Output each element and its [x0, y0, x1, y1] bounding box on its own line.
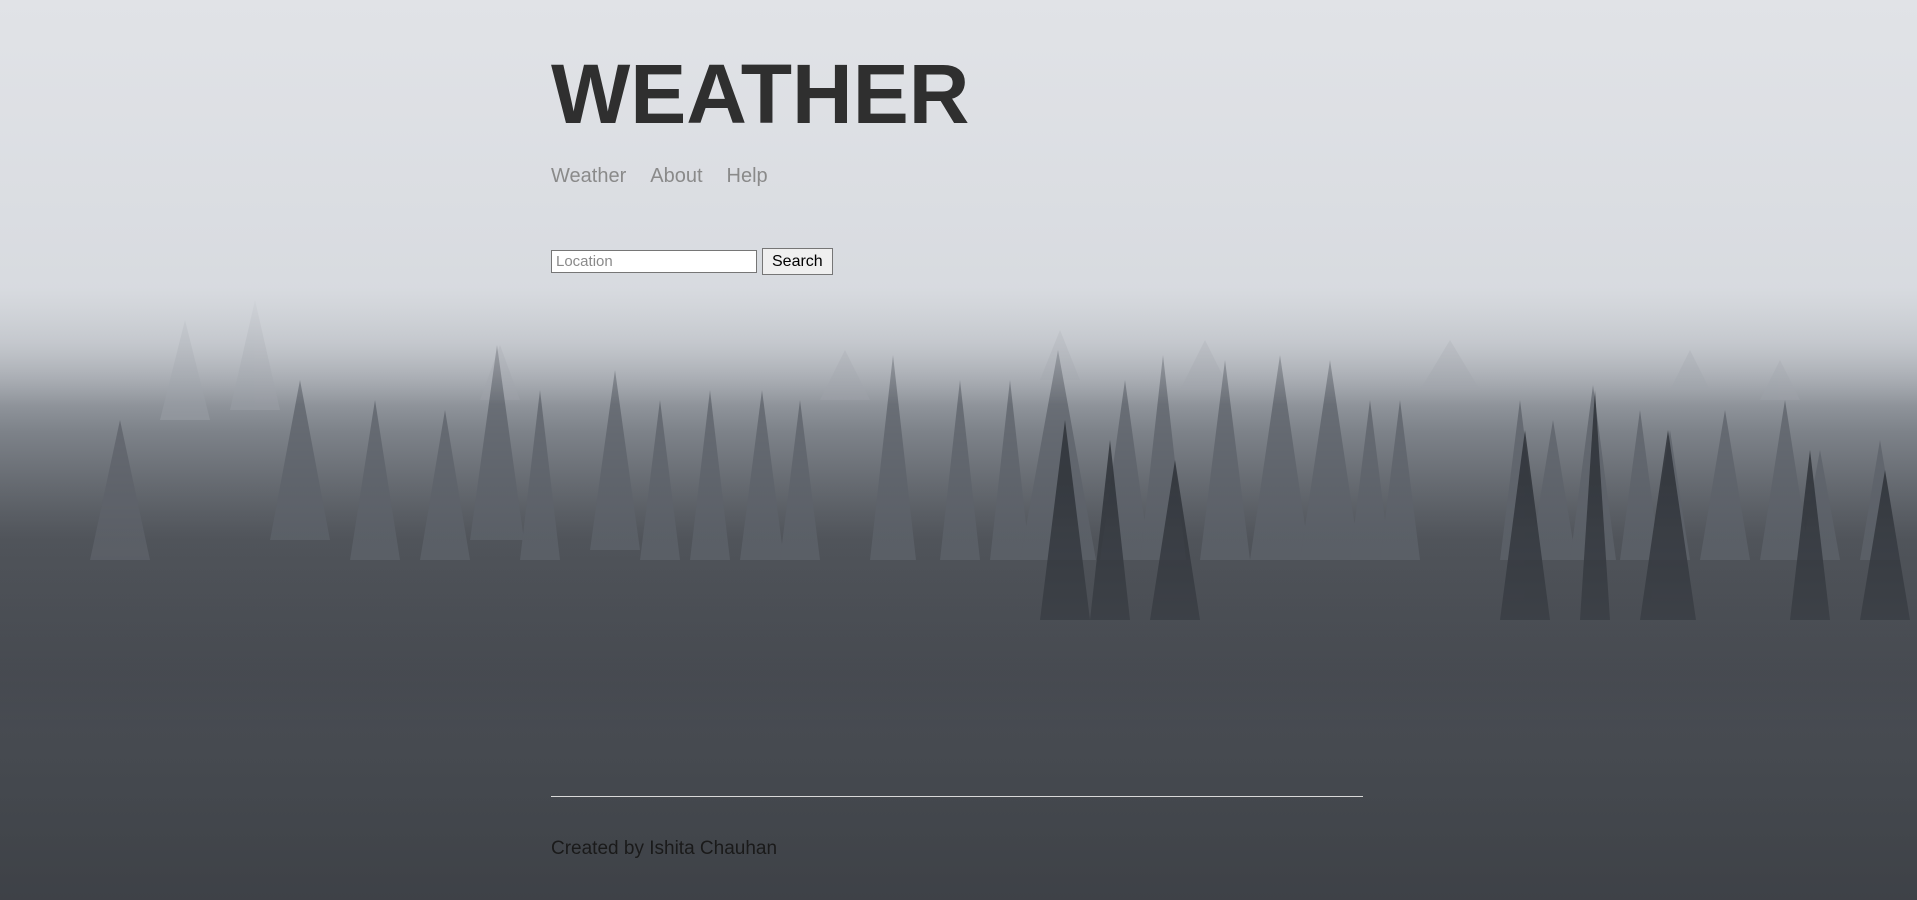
nav-link-help[interactable]: Help: [727, 164, 768, 188]
main-content: WEATHER Weather About Help Search Create…: [551, 0, 1363, 900]
search-button[interactable]: Search: [762, 248, 833, 275]
weather-page: WEATHER Weather About Help Search Create…: [0, 0, 1917, 900]
nav-link-weather[interactable]: Weather: [551, 164, 626, 188]
location-search-form: Search: [551, 248, 833, 275]
nav-link-about[interactable]: About: [650, 164, 702, 188]
page-title: WEATHER: [551, 47, 970, 141]
location-input[interactable]: [551, 250, 757, 273]
footer-credit: Created by Ishita Chauhan: [551, 838, 778, 859]
main-nav: Weather About Help: [551, 164, 768, 188]
footer-divider: [551, 796, 1363, 797]
